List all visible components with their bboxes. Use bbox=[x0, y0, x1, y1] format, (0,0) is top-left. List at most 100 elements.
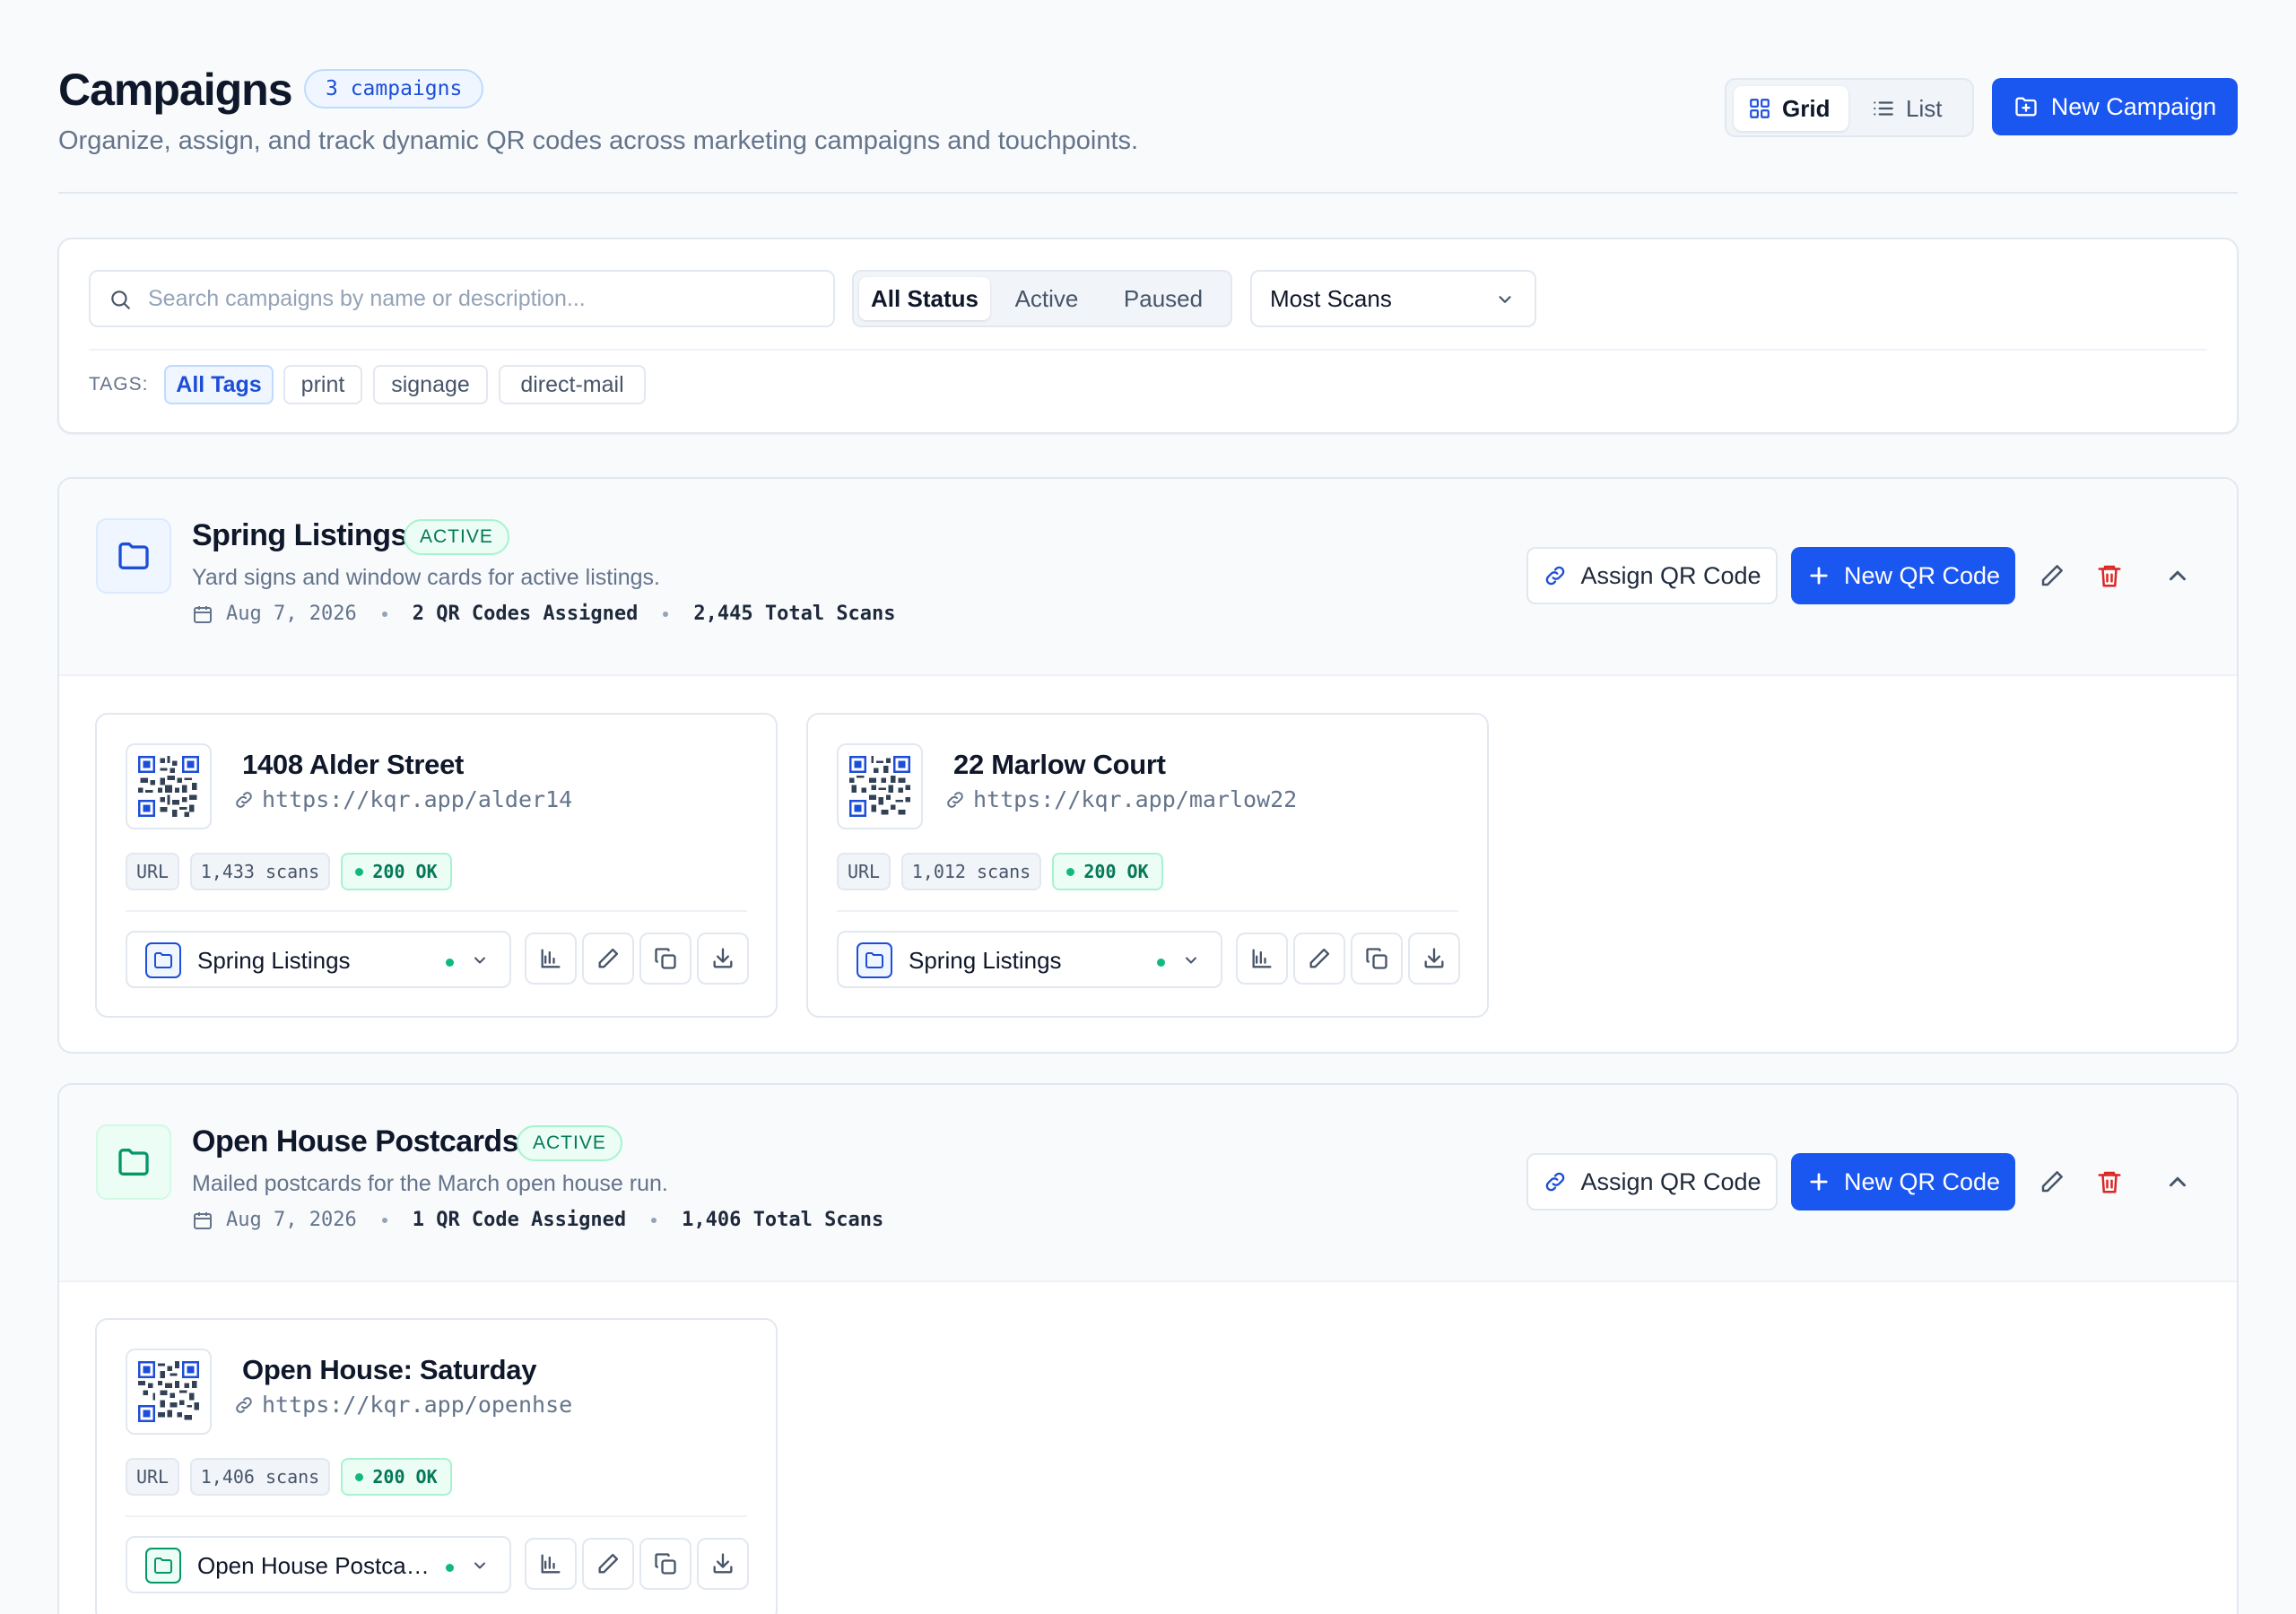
copy-icon bbox=[655, 1553, 676, 1575]
campaign-total-scans: 2,445 Total Scans bbox=[693, 603, 896, 625]
download-qr-button[interactable] bbox=[697, 1538, 749, 1590]
pencil-icon bbox=[1309, 948, 1330, 968]
campaign-assigned-count: 2 QR Codes Assigned bbox=[412, 603, 639, 625]
status-dot bbox=[446, 959, 454, 967]
bar-chart-icon bbox=[1252, 949, 1272, 968]
status-dot bbox=[355, 867, 364, 876]
qr-thumbnail[interactable] bbox=[126, 743, 212, 829]
grid-view-label: Grid bbox=[1782, 94, 1831, 122]
pencil-icon bbox=[2041, 565, 2063, 586]
duplicate-qr-button[interactable] bbox=[1351, 933, 1403, 985]
qr-campaign-select-value: Open House Postcards bbox=[197, 1552, 432, 1579]
status-dot bbox=[1066, 867, 1075, 876]
qr-http-status: 200 OK bbox=[372, 1466, 438, 1488]
new-qr-code-button[interactable]: New QR Code bbox=[1791, 547, 2015, 604]
qr-campaign-select[interactable]: Open House Postcards bbox=[126, 1536, 511, 1593]
delete-campaign-button[interactable] bbox=[2090, 556, 2129, 595]
assign-qr-button[interactable]: Assign QR Code bbox=[1526, 547, 1778, 604]
list-view-button[interactable]: List bbox=[1857, 86, 1969, 131]
qr-code-url[interactable]: https://kqr.app/marlow22 bbox=[944, 786, 1297, 812]
qr-campaign-select-value: Spring Listings bbox=[909, 947, 1062, 974]
analytics-button[interactable] bbox=[1236, 933, 1288, 985]
tag-all[interactable]: All Tags bbox=[164, 365, 274, 404]
qr-url-text: https://kqr.app/openhse bbox=[262, 1392, 573, 1418]
tag-direct-mail[interactable]: direct-mail bbox=[499, 365, 646, 404]
sort-select[interactable]: Most Scans bbox=[1250, 270, 1536, 327]
qr-campaign-select[interactable]: Spring Listings bbox=[837, 931, 1222, 988]
status-paused-button[interactable]: Paused bbox=[1103, 277, 1223, 320]
meta-separator bbox=[381, 1217, 387, 1223]
duplicate-qr-button[interactable] bbox=[639, 1538, 691, 1590]
folder-icon bbox=[118, 1149, 149, 1176]
campaign-count-badge: 3 campaigns bbox=[304, 69, 484, 108]
campaign-folder bbox=[96, 518, 171, 594]
qr-http-status: 200 OK bbox=[1083, 861, 1149, 882]
qr-code-card: Open House: Saturday https://kqr.app/ope… bbox=[95, 1318, 778, 1614]
status-active-button[interactable]: Active bbox=[997, 277, 1096, 320]
delete-campaign-button[interactable] bbox=[2090, 1162, 2129, 1202]
status-all-button[interactable]: All Status bbox=[859, 277, 990, 320]
qr-thumbnail[interactable] bbox=[126, 1349, 212, 1435]
chevron-down-icon bbox=[474, 957, 485, 964]
campaign-folder bbox=[145, 1548, 181, 1584]
qr-code-url[interactable]: https://kqr.app/openhse bbox=[233, 1392, 572, 1418]
edit-qr-button[interactable] bbox=[1293, 933, 1345, 985]
campaign-date: Aug 7, 2026 bbox=[226, 1209, 357, 1231]
duplicate-qr-button[interactable] bbox=[639, 933, 691, 985]
campaign-folder bbox=[96, 1124, 171, 1200]
qr-http-status-chip: 200 OK bbox=[341, 1458, 452, 1496]
meta-separator bbox=[663, 611, 669, 617]
search-input[interactable] bbox=[148, 279, 812, 318]
tag-signage[interactable]: signage bbox=[373, 365, 488, 404]
grid-view-button[interactable]: Grid bbox=[1734, 86, 1848, 131]
list-view-label: List bbox=[1906, 94, 1943, 122]
edit-qr-button[interactable] bbox=[582, 933, 634, 985]
link-icon bbox=[1546, 1172, 1565, 1192]
pencil-icon bbox=[2041, 1171, 2063, 1193]
chevron-down-icon bbox=[1186, 957, 1196, 964]
header-divider bbox=[58, 192, 2238, 194]
collapse-campaign-button[interactable] bbox=[2158, 556, 2197, 595]
tags-label: TAGS: bbox=[89, 374, 149, 395]
chevron-up-icon bbox=[2170, 1176, 2186, 1187]
status-dot bbox=[446, 1564, 454, 1572]
qr-code-name: 1408 Alder Street bbox=[242, 749, 465, 780]
download-qr-button[interactable] bbox=[697, 933, 749, 985]
trash-icon bbox=[2098, 1171, 2121, 1193]
new-qr-code-button[interactable]: New QR Code bbox=[1791, 1153, 2015, 1210]
analytics-button[interactable] bbox=[525, 933, 577, 985]
link-icon bbox=[236, 791, 252, 808]
qr-code-name: Open House: Saturday bbox=[242, 1354, 537, 1385]
link-icon bbox=[236, 1396, 252, 1413]
edit-campaign-button[interactable] bbox=[2032, 1162, 2072, 1202]
search-icon bbox=[111, 291, 130, 309]
link-icon bbox=[947, 791, 963, 808]
assign-qr-button[interactable]: Assign QR Code bbox=[1526, 1153, 1778, 1210]
collapse-campaign-button[interactable] bbox=[2158, 1162, 2197, 1202]
campaign-name: Spring Listings bbox=[192, 518, 407, 552]
qr-code-url[interactable]: https://kqr.app/alder14 bbox=[233, 786, 572, 812]
folder-plus-icon bbox=[2015, 97, 2037, 117]
qr-scans-chip: 1,012 scans bbox=[901, 853, 1041, 890]
copy-icon bbox=[1366, 948, 1387, 969]
qr-thumbnail[interactable] bbox=[837, 743, 923, 829]
download-icon bbox=[713, 1553, 733, 1574]
download-icon bbox=[1424, 948, 1444, 968]
qr-campaign-select-value: Spring Listings bbox=[197, 947, 351, 974]
qr-scans-chip: 1,433 scans bbox=[190, 853, 330, 890]
analytics-button[interactable] bbox=[525, 1538, 577, 1590]
campaign-name: Open House Postcards bbox=[192, 1124, 519, 1158]
search-box[interactable] bbox=[89, 270, 835, 327]
qr-campaign-select[interactable]: Spring Listings bbox=[126, 931, 511, 988]
link-icon bbox=[1546, 566, 1565, 586]
new-campaign-button[interactable]: New Campaign bbox=[1992, 78, 2238, 135]
qr-http-status: 200 OK bbox=[372, 861, 438, 882]
edit-campaign-button[interactable] bbox=[2032, 556, 2072, 595]
page-header: Campaigns 3 campaigns Organize, assign, … bbox=[58, 58, 2238, 193]
edit-qr-button[interactable] bbox=[582, 1538, 634, 1590]
tag-print[interactable]: print bbox=[283, 365, 362, 404]
plus-icon bbox=[1810, 1173, 1828, 1191]
qr-code-icon bbox=[849, 756, 910, 817]
sort-select-value: Most Scans bbox=[1270, 285, 1392, 312]
download-qr-button[interactable] bbox=[1408, 933, 1460, 985]
